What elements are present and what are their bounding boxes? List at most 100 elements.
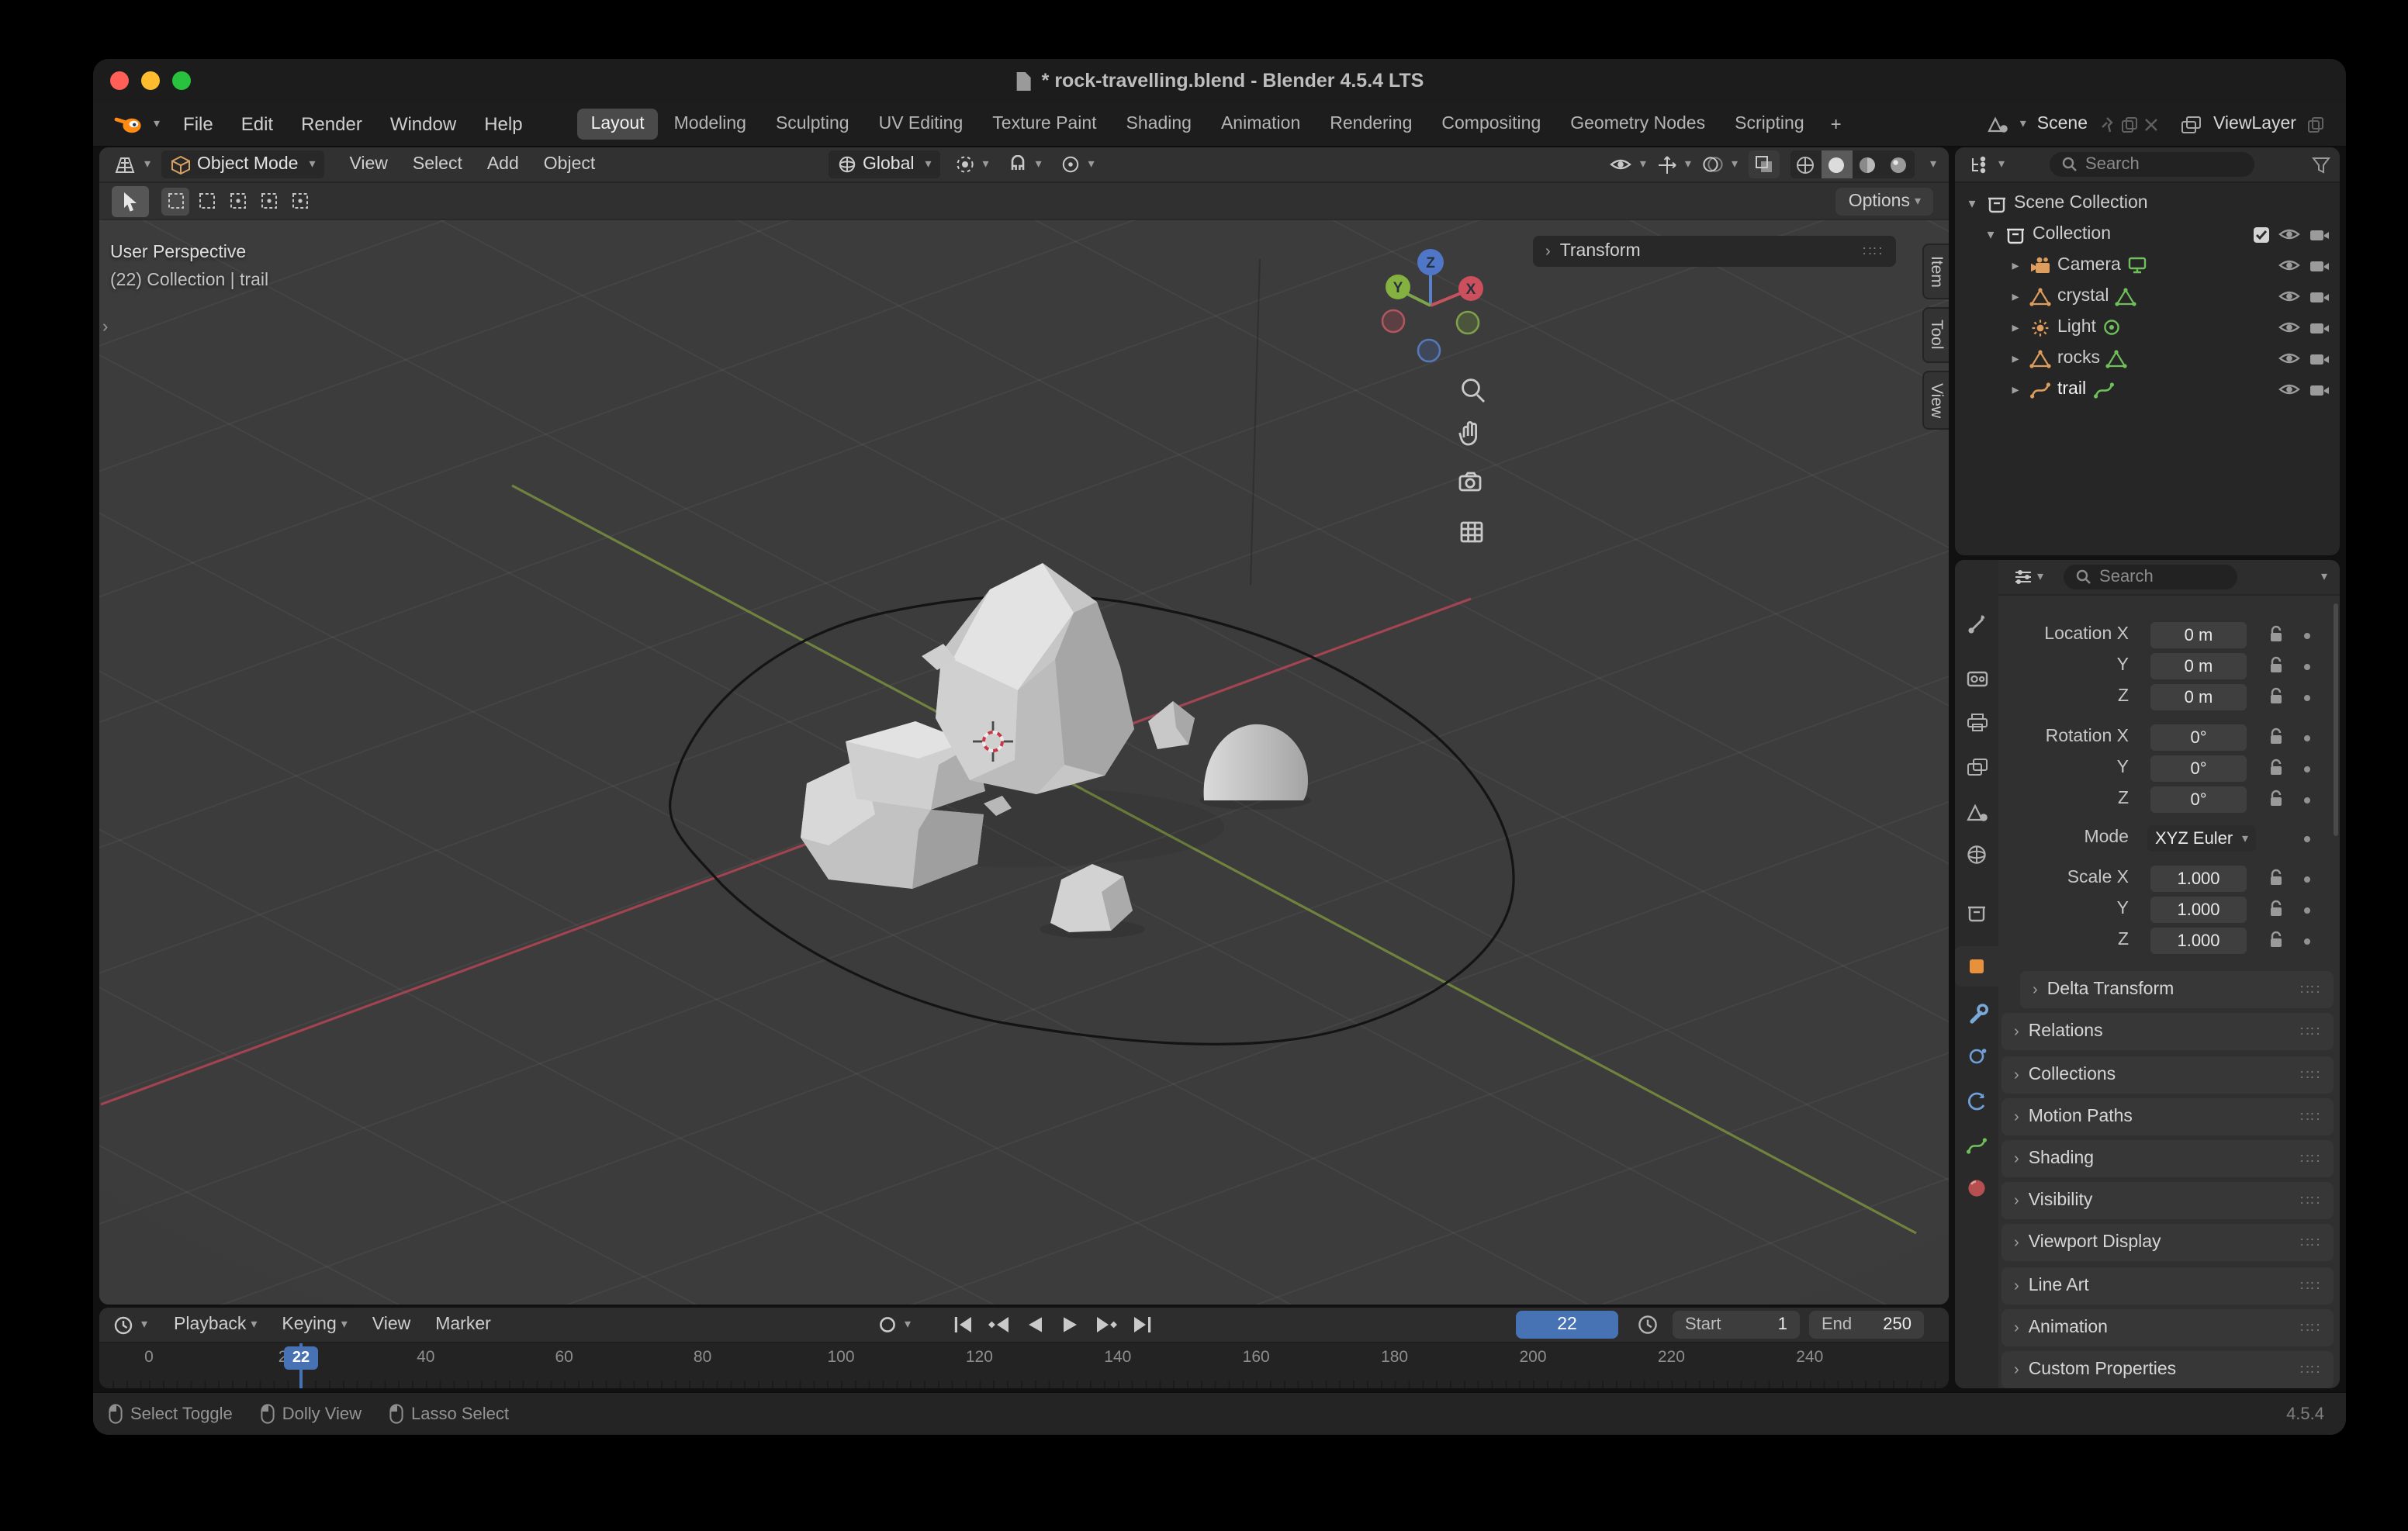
animate-dot-icon[interactable]: [2304, 938, 2310, 945]
viewport-menu-view[interactable]: View: [337, 150, 400, 178]
animate-dot-icon[interactable]: [2304, 836, 2310, 842]
workspace-tab-shading[interactable]: Shading: [1112, 109, 1206, 140]
section-visibility[interactable]: › Visibility ∷∷: [2001, 1182, 2334, 1219]
zoom-button[interactable]: [172, 71, 191, 90]
eye-icon[interactable]: [2278, 256, 2301, 275]
section-motion-paths[interactable]: › Motion Paths ∷∷: [2001, 1098, 2334, 1135]
eye-icon[interactable]: [2278, 380, 2301, 399]
checkbox-icon[interactable]: [2253, 226, 2270, 243]
render-visibility-icon[interactable]: [2309, 257, 2330, 274]
editor-type-button[interactable]: ▾: [109, 154, 155, 175]
viewport-canvas[interactable]: [99, 220, 1949, 1305]
orientation-dropdown[interactable]: Global ▾: [829, 150, 941, 178]
animate-dot-icon[interactable]: [2304, 766, 2310, 772]
scene-selector[interactable]: ▾ Scene: [1986, 115, 2157, 133]
lock-icon[interactable]: [2268, 931, 2284, 949]
previous-keyframe-button[interactable]: [985, 1312, 1013, 1337]
properties-tab-particles[interactable]: [1955, 1036, 1998, 1077]
section-delta-transform[interactable]: › Delta Transform ∷∷: [2020, 971, 2334, 1008]
properties-tab-tool[interactable]: [1955, 603, 1998, 644]
properties-tab-scene[interactable]: [1955, 791, 1998, 831]
section-animation[interactable]: › Animation ∷∷: [2001, 1309, 2334, 1346]
toolbar-expand-icon[interactable]: ›: [102, 318, 108, 337]
location-x-value-field[interactable]: 0 m: [2150, 622, 2247, 648]
section-custom-properties[interactable]: › Custom Properties ∷∷: [2001, 1351, 2334, 1388]
render-visibility-icon[interactable]: [2309, 288, 2330, 305]
section-grip-icon[interactable]: ∷∷: [2300, 1192, 2321, 1209]
sidebar-tab-item[interactable]: Item: [1922, 244, 1949, 300]
select-mode-button-2[interactable]: [192, 187, 220, 215]
active-tool-button[interactable]: [112, 185, 149, 216]
workspace-tab-compositing[interactable]: Compositing: [1427, 109, 1555, 140]
pin-icon[interactable]: [2098, 116, 2114, 133]
lock-icon[interactable]: [2268, 869, 2284, 887]
workspace-tab-sculpting[interactable]: Sculpting: [762, 109, 863, 140]
eye-icon[interactable]: [2278, 318, 2301, 337]
auto-keyframe-button[interactable]: ▾: [878, 1315, 911, 1334]
timeline-editor-button[interactable]: ▾: [109, 1315, 152, 1335]
new-viewlayer-icon[interactable]: [2307, 116, 2324, 133]
play-button[interactable]: [1057, 1312, 1085, 1337]
play-reverse-button[interactable]: [1021, 1312, 1049, 1337]
section-shading[interactable]: › Shading ∷∷: [2001, 1140, 2334, 1177]
section-grip-icon[interactable]: ∷∷: [2300, 1319, 2321, 1336]
animate-dot-icon[interactable]: [2304, 797, 2310, 804]
lock-icon[interactable]: [2268, 900, 2284, 918]
eye-icon[interactable]: [2278, 349, 2301, 368]
gizmos-dropdown[interactable]: ▾: [1657, 154, 1691, 175]
current-frame-field[interactable]: 22: [1516, 1311, 1618, 1339]
viewport-menu-object[interactable]: Object: [531, 150, 608, 178]
frame-end-field[interactable]: End 250: [1809, 1311, 1924, 1339]
properties-tab-render[interactable]: [1955, 658, 1998, 698]
outliner-row-collection[interactable]: ▾ Collection: [1955, 219, 2340, 250]
filter-icon[interactable]: [2312, 156, 2330, 173]
properties-tab-collection[interactable]: [1955, 892, 1998, 932]
properties-tab-object[interactable]: [1955, 946, 1998, 987]
outliner-row-rocks[interactable]: ▸ rocks: [1955, 343, 2340, 374]
new-scene-icon[interactable]: [2120, 116, 2137, 133]
properties-tab-view-layer[interactable]: [1955, 746, 1998, 786]
viewport-menu-select[interactable]: Select: [400, 150, 475, 178]
properties-tab-world[interactable]: [1955, 835, 1998, 875]
render-visibility-icon[interactable]: [2309, 226, 2330, 243]
app-menu-chevron-icon[interactable]: ▾: [154, 118, 160, 130]
properties-search[interactable]: Search: [2064, 565, 2237, 589]
properties-tab-material[interactable]: [1955, 1168, 1998, 1208]
workspace-tab-animation[interactable]: Animation: [1207, 109, 1314, 140]
properties-options-icon[interactable]: ▾: [2321, 571, 2327, 583]
section-grip-icon[interactable]: ∷∷: [2300, 1108, 2321, 1125]
rotation-x-value-field[interactable]: 0°: [2150, 724, 2247, 751]
viewlayer-selector[interactable]: ViewLayer: [2179, 114, 2324, 134]
timeline-ruler[interactable]: 020406080100120140160180200220240 22: [99, 1343, 1949, 1388]
y-value-field[interactable]: 1.000: [2150, 897, 2247, 923]
timeline-menu-playback[interactable]: Playback▾: [161, 1311, 269, 1339]
menu-file[interactable]: File: [169, 107, 227, 141]
lock-icon[interactable]: [2268, 687, 2284, 706]
y-value-field[interactable]: 0 m: [2150, 653, 2247, 679]
render-visibility-icon[interactable]: [2309, 381, 2330, 398]
animate-dot-icon[interactable]: [2304, 907, 2310, 914]
section-grip-icon[interactable]: ∷∷: [2300, 1150, 2321, 1167]
z-value-field[interactable]: 1.000: [2150, 928, 2247, 954]
eye-icon[interactable]: [2278, 287, 2301, 306]
preview-range-icon[interactable]: [1637, 1314, 1659, 1336]
sidebar-tab-tool[interactable]: Tool: [1922, 308, 1949, 363]
shading-solid-button[interactable]: [1822, 150, 1853, 178]
section-grip-icon[interactable]: ∷∷: [2300, 1234, 2321, 1251]
eye-icon[interactable]: [2278, 225, 2301, 244]
region-grip-icon[interactable]: ∷∷: [1863, 243, 1884, 260]
workspace-tab-texture-paint[interactable]: Texture Paint: [978, 109, 1110, 140]
disclosure-icon[interactable]: ▸: [2008, 381, 2023, 398]
workspace-tab-scripting[interactable]: Scripting: [1721, 109, 1818, 140]
options-dropdown[interactable]: Options ▾: [1836, 187, 1933, 215]
properties-tab-physics[interactable]: [1955, 1081, 1998, 1121]
lock-icon[interactable]: [2268, 759, 2284, 777]
disclosure-icon[interactable]: ▾: [1983, 226, 1998, 243]
shading-material-button[interactable]: [1853, 150, 1884, 178]
menu-help[interactable]: Help: [470, 107, 536, 141]
pivot-dropdown[interactable]: ▾: [952, 155, 994, 174]
select-mode-button-4[interactable]: [254, 187, 282, 215]
close-button[interactable]: [110, 71, 129, 90]
outliner-row-camera[interactable]: ▸ Camera: [1955, 250, 2340, 281]
disclosure-icon[interactable]: ▾: [1964, 195, 1980, 212]
